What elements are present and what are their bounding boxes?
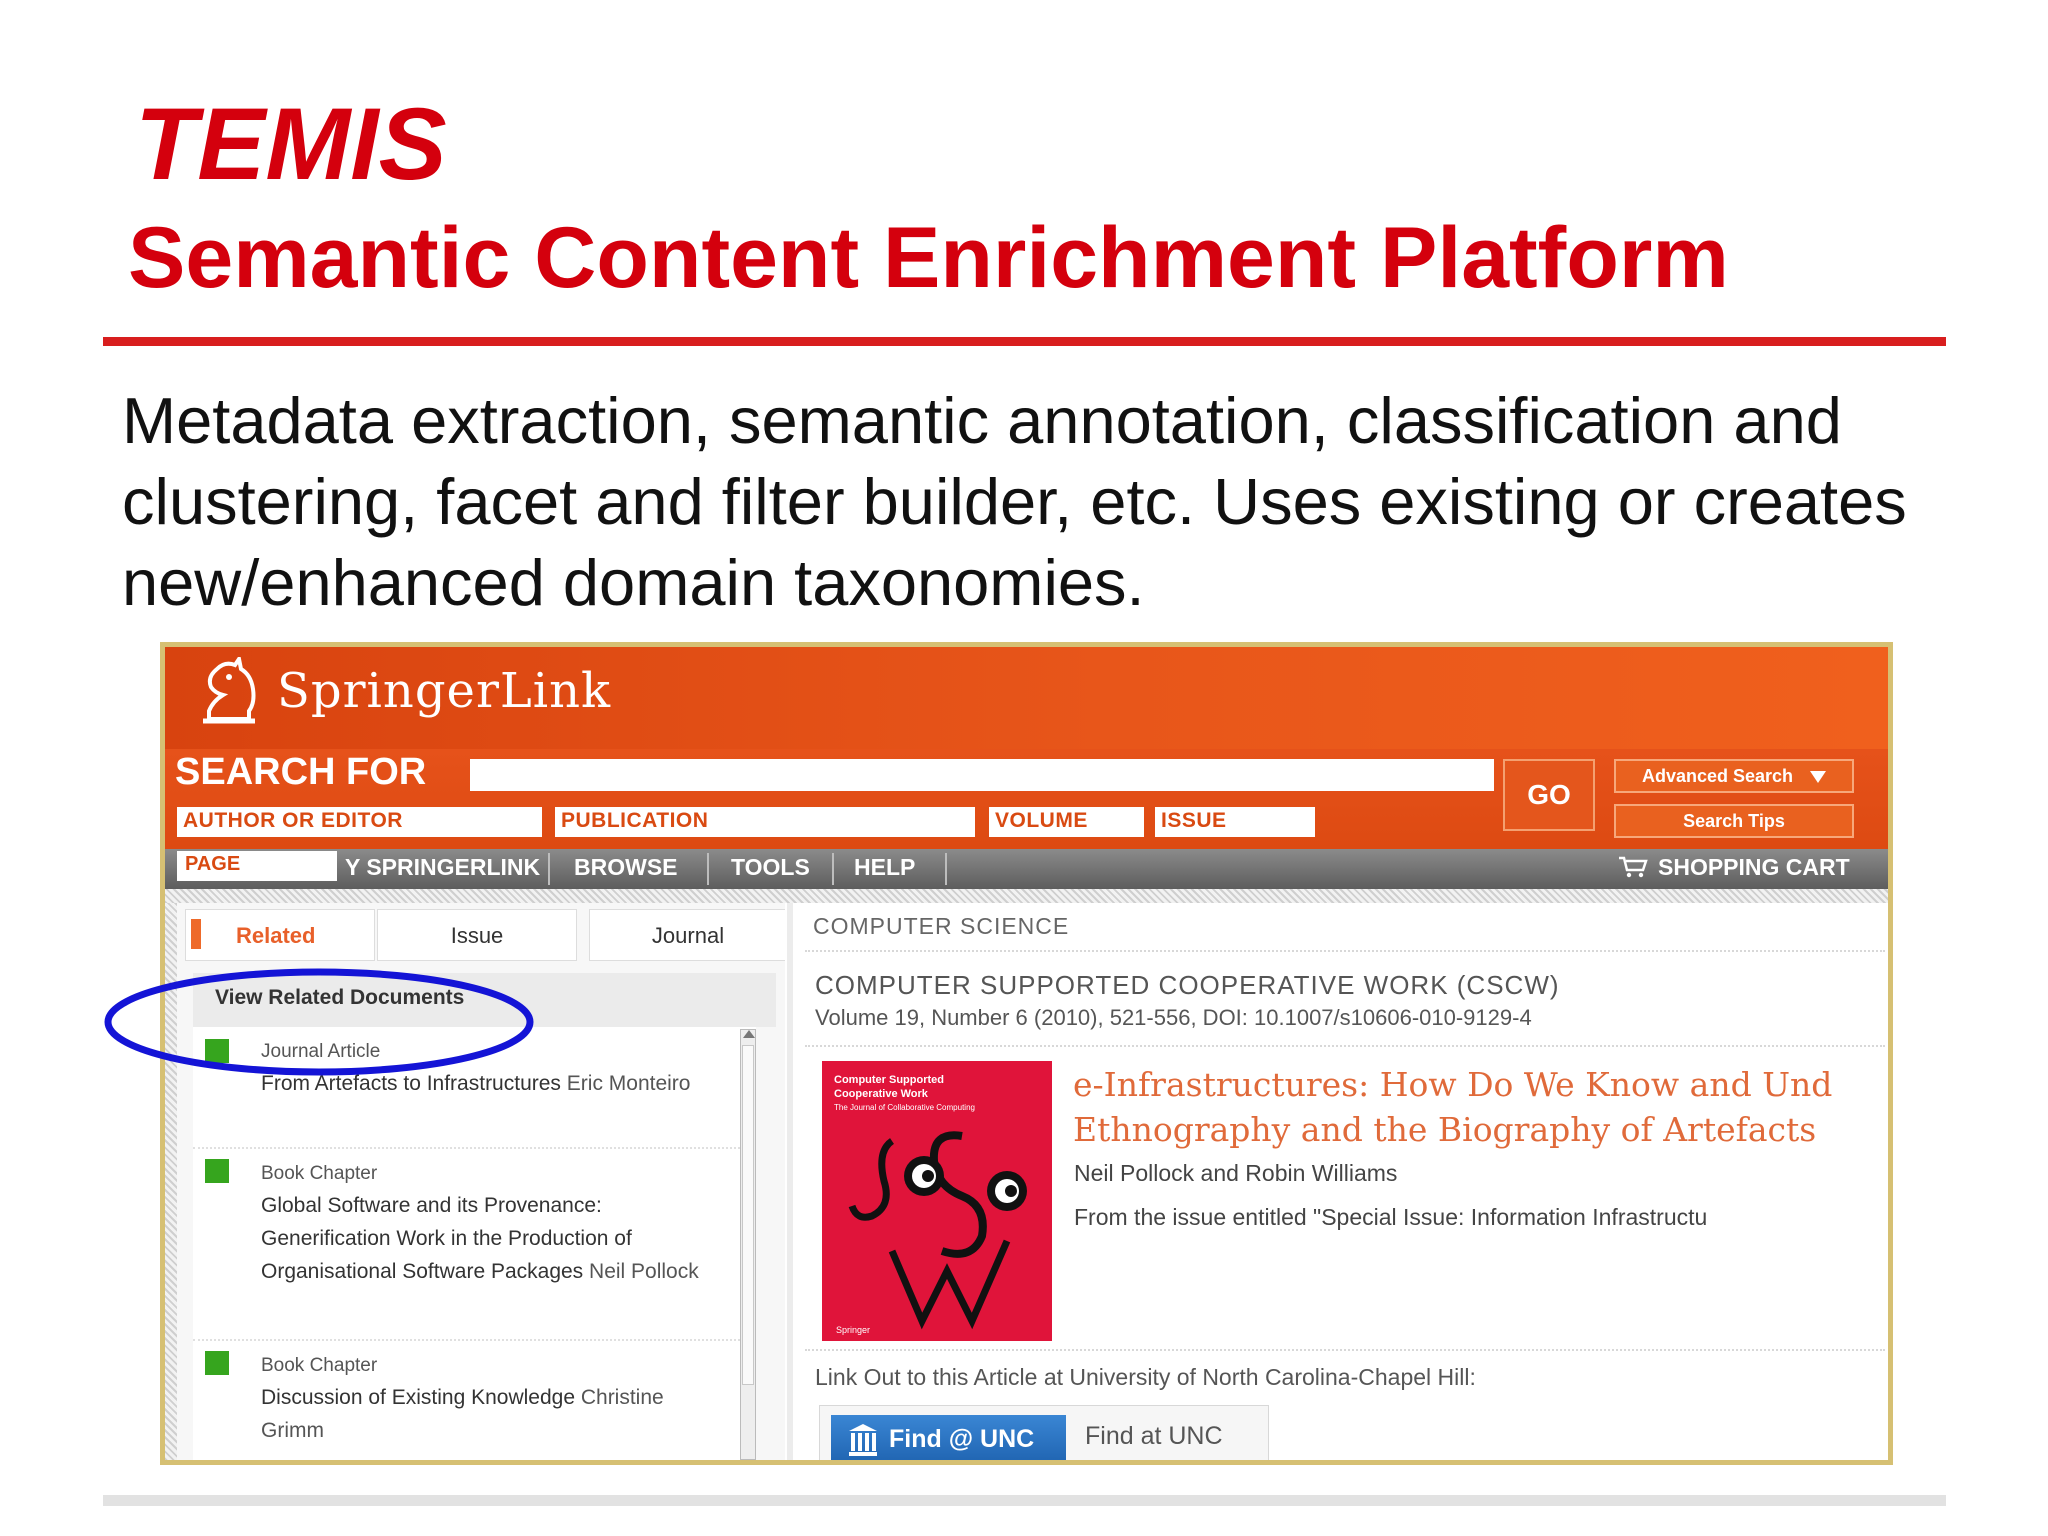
volume-field[interactable]: VOLUME bbox=[989, 807, 1144, 837]
document-author: Eric Monteiro bbox=[566, 1072, 691, 1095]
document-type: Book Chapter bbox=[261, 1355, 378, 1376]
document-title[interactable]: Discussion of Existing Knowledge bbox=[261, 1386, 575, 1409]
dotted-divider bbox=[805, 1349, 1885, 1351]
chevron-down-icon bbox=[1810, 771, 1827, 784]
dotted-divider bbox=[805, 950, 1885, 952]
document-title[interactable]: Global Software and its Provenance: Gene… bbox=[261, 1194, 632, 1283]
shopping-cart-link[interactable]: SHOPPING CART bbox=[1618, 854, 1850, 881]
article-title[interactable]: e-Infrastructures: How Do We Know and Un… bbox=[1073, 1062, 1888, 1152]
hatched-strip bbox=[165, 889, 1888, 903]
go-button[interactable]: GO bbox=[1503, 759, 1595, 831]
publication-field[interactable]: PUBLICATION bbox=[555, 807, 975, 837]
document-type: Book Chapter bbox=[261, 1163, 378, 1184]
list-item[interactable]: Book Chapter Discussion of Existing Know… bbox=[193, 1341, 748, 1460]
scrollbar-thumb[interactable] bbox=[742, 1045, 754, 1385]
nav-browse[interactable]: BROWSE bbox=[574, 854, 678, 881]
nav-divider bbox=[945, 853, 947, 885]
document-entry: Discussion of Existing Knowledge Christi… bbox=[261, 1381, 731, 1447]
document-type-marker bbox=[205, 1159, 229, 1183]
article-issue-text: From the issue entitled "Special Issue: … bbox=[1074, 1204, 1708, 1230]
journal-cover[interactable]: Computer Supported Cooperative Work The … bbox=[822, 1061, 1052, 1341]
document-type-marker bbox=[205, 1351, 229, 1375]
document-author: Neil Pollock bbox=[589, 1260, 699, 1283]
shopping-cart-label: SHOPPING CART bbox=[1658, 854, 1850, 880]
active-tab-marker bbox=[191, 919, 201, 949]
springer-chess-knight-icon bbox=[203, 657, 256, 724]
search-input[interactable] bbox=[470, 759, 1494, 791]
subject-category[interactable]: COMPUTER SCIENCE bbox=[813, 913, 1069, 940]
advanced-search-label: Advanced Search bbox=[1641, 766, 1794, 786]
find-at-unc-link[interactable]: Find at UNC bbox=[1085, 1422, 1223, 1451]
unc-columns-icon bbox=[849, 1424, 877, 1456]
panel-divider bbox=[787, 903, 793, 1460]
tab-issue[interactable]: Issue bbox=[377, 909, 577, 961]
author-editor-field[interactable]: AUTHOR OR EDITOR bbox=[177, 807, 542, 837]
highlight-ellipse-annotation bbox=[104, 968, 534, 1076]
nav-divider bbox=[548, 853, 550, 885]
list-item[interactable]: Book Chapter Global Software and its Pro… bbox=[193, 1149, 748, 1341]
slide-subtitle: Semantic Content Enrichment Platform bbox=[128, 210, 1729, 306]
search-tips-button[interactable]: Search Tips bbox=[1614, 804, 1854, 838]
nav-divider bbox=[707, 853, 709, 885]
cscw-cover-art bbox=[848, 1131, 1027, 1330]
nav-help[interactable]: HELP bbox=[854, 854, 915, 881]
springerlink-logo-text[interactable]: SpringerLink bbox=[277, 663, 611, 719]
link-out-text: Link Out to this Article at University o… bbox=[815, 1364, 1476, 1390]
slide-body-text: Metadata extraction, semantic annotation… bbox=[122, 384, 1907, 619]
article-authors[interactable]: Neil Pollock and Robin Williams bbox=[1074, 1160, 1397, 1187]
scroll-up-arrow-icon[interactable] bbox=[743, 1030, 755, 1038]
title-divider bbox=[103, 337, 1946, 346]
page-field[interactable]: PAGE bbox=[177, 851, 337, 881]
tab-related[interactable]: Related bbox=[185, 909, 375, 961]
bottom-divider bbox=[103, 1495, 1946, 1506]
dotted-divider bbox=[805, 1045, 1885, 1047]
nav-tools[interactable]: TOOLS bbox=[731, 854, 810, 881]
related-documents-list: Journal Article From Artefacts to Infras… bbox=[193, 1027, 756, 1460]
shopping-cart-icon bbox=[1619, 856, 1648, 878]
cover-publisher: Springer bbox=[836, 1325, 871, 1335]
tab-journal[interactable]: Journal bbox=[589, 909, 787, 961]
document-entry: Global Software and its Provenance: Gene… bbox=[261, 1189, 731, 1288]
issue-field[interactable]: ISSUE bbox=[1155, 807, 1315, 837]
advanced-search-button[interactable]: Advanced Search bbox=[1614, 759, 1854, 793]
search-for-label: SEARCH FOR bbox=[175, 751, 427, 793]
nav-divider bbox=[832, 853, 834, 885]
slide-title: TEMIS bbox=[135, 87, 447, 201]
journal-title[interactable]: COMPUTER SUPPORTED COOPERATIVE WORK (CSC… bbox=[815, 970, 1560, 1001]
cover-title: Computer Supported Cooperative Work The … bbox=[834, 1074, 975, 1112]
journal-citation: Volume 19, Number 6 (2010), 521-556, DOI… bbox=[815, 1005, 1532, 1030]
nav-my-springerlink[interactable]: Y SPRINGERLINK bbox=[345, 854, 540, 881]
